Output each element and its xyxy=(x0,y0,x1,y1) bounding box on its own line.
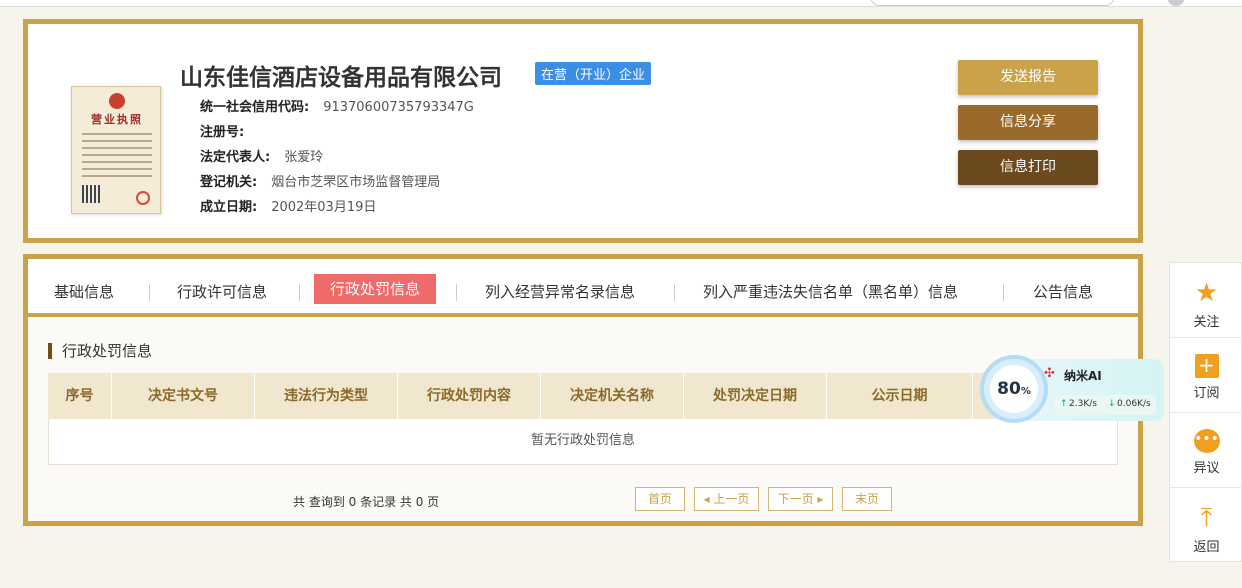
national-emblem-icon xyxy=(109,93,125,109)
penalty-table: 序号 决定书文号 违法行为类型 行政处罚内容 决定机关名称 处罚决定日期 公示日… xyxy=(48,373,1118,465)
column-header: 违法行为类型 xyxy=(255,373,398,419)
speed-readout: ↑ 2.3K/s ↓ 0.06K/s xyxy=(1054,395,1156,415)
status-badge: 在营（开业）企业 xyxy=(535,62,652,85)
info-row-authority: 登记机关: 烟台市芝罘区市场监督管理局 xyxy=(200,171,440,190)
field-label: 注册号: xyxy=(200,125,245,140)
tab-divider xyxy=(674,284,675,301)
browser-button-edge xyxy=(1168,0,1184,6)
tab-abnormal-list[interactable]: 列入经营异常名录信息 xyxy=(485,277,635,307)
seal-icon xyxy=(136,191,150,205)
company-name: 山东佳信酒店设备用品有限公司 xyxy=(180,65,502,91)
usage-percent: 80% xyxy=(990,365,1038,413)
detail-card: 基础信息 行政许可信息 行政处罚信息 列入经营异常名录信息 列入严重违法失信名单… xyxy=(23,254,1143,526)
field-label: 登记机关: xyxy=(200,175,258,190)
widget-brand: 纳米AI xyxy=(1064,369,1102,383)
column-header: 决定书文号 xyxy=(112,373,255,419)
info-row-credit-code: 统一社会信用代码: 91370600735793347G xyxy=(200,96,474,115)
tab-divider xyxy=(1003,284,1004,301)
tab-divider xyxy=(456,284,457,301)
download-speed: 0.06K/s xyxy=(1117,399,1151,409)
follow-button[interactable]: ★ 关注 xyxy=(1170,263,1242,338)
tab-admin-license[interactable]: 行政许可信息 xyxy=(177,277,267,307)
star-icon: ★ xyxy=(1194,278,1219,308)
subscribe-label: 订阅 xyxy=(1193,386,1220,401)
upload-arrow-icon: ↑ xyxy=(1060,399,1068,409)
column-header: 处罚决定日期 xyxy=(684,373,827,419)
usage-value: 80 xyxy=(997,379,1021,399)
column-header: 序号 xyxy=(48,373,112,419)
business-license-image[interactable]: 营业执照 xyxy=(71,86,161,214)
tab-blacklist[interactable]: 列入严重违法失信名单（黑名单）信息 xyxy=(703,277,958,307)
last-page-button[interactable]: 末页 xyxy=(842,487,892,511)
back-label: 返回 xyxy=(1193,540,1220,555)
floating-sidebar: ★ 关注 + 订阅 ••• 异议 ⤒ 返回 xyxy=(1169,262,1242,562)
prev-page-button[interactable]: ◂ 上一页 xyxy=(694,487,759,511)
section-title: 行政处罚信息 xyxy=(48,343,152,359)
download-arrow-icon: ↓ xyxy=(1108,399,1116,409)
field-label: 统一社会信用代码: xyxy=(200,100,310,115)
field-value: 烟台市芝罘区市场监督管理局 xyxy=(271,175,441,190)
info-row-reg-number: 注册号: xyxy=(200,121,258,140)
usage-unit: % xyxy=(1020,386,1031,397)
tab-admin-penalty[interactable]: 行政处罚信息 xyxy=(314,274,437,304)
field-label: 成立日期: xyxy=(200,200,258,215)
chat-bubble-icon: ••• xyxy=(1193,429,1220,453)
nano-ai-logo-icon: ✣ xyxy=(1044,366,1055,381)
usage-ring: 80% xyxy=(980,355,1048,423)
back-to-top-button[interactable]: ⤒ 返回 xyxy=(1170,488,1242,563)
browser-top-edge xyxy=(0,0,1242,7)
plus-icon: + xyxy=(1194,354,1219,378)
field-value: 91370600735793347G xyxy=(323,100,474,115)
address-bar-edge xyxy=(870,0,1115,6)
info-row-founded: 成立日期: 2002年03月19日 xyxy=(200,196,376,215)
send-report-button[interactable]: 发送报告 xyxy=(958,60,1098,95)
tab-announcements[interactable]: 公告信息 xyxy=(1033,277,1093,307)
next-page-button[interactable]: 下一页 ▸ xyxy=(768,487,833,511)
follow-label: 关注 xyxy=(1193,315,1220,330)
tab-basic-info[interactable]: 基础信息 xyxy=(54,277,114,307)
network-speed-widget[interactable]: 80% ✣ 纳米AI ↑ 2.3K/s ↓ 0.06K/s xyxy=(980,355,1165,425)
subscribe-button[interactable]: + 订阅 xyxy=(1170,338,1242,413)
dispute-label: 异议 xyxy=(1193,461,1220,476)
empty-row: 暂无行政处罚信息 xyxy=(48,419,1118,465)
arrow-up-icon: ⤒ xyxy=(1200,503,1213,533)
tab-divider xyxy=(149,284,150,301)
field-value: 张爱玲 xyxy=(284,150,324,165)
tab-bar: 基础信息 行政许可信息 行政处罚信息 列入经营异常名录信息 列入严重违法失信名单… xyxy=(28,259,1138,317)
field-label: 法定代表人: xyxy=(200,150,271,165)
print-info-button[interactable]: 信息打印 xyxy=(958,150,1098,185)
first-page-button[interactable]: 首页 xyxy=(635,487,685,511)
dispute-button[interactable]: ••• 异议 xyxy=(1170,413,1242,488)
qr-code-icon xyxy=(82,185,100,203)
column-header: 行政处罚内容 xyxy=(398,373,541,419)
tab-divider xyxy=(299,284,300,301)
column-header: 决定机关名称 xyxy=(541,373,684,419)
field-value: 2002年03月19日 xyxy=(271,200,377,215)
column-header: 公示日期 xyxy=(827,373,973,419)
license-text-lines xyxy=(82,133,152,182)
table-header: 序号 决定书文号 违法行为类型 行政处罚内容 决定机关名称 处罚决定日期 公示日… xyxy=(48,373,1118,419)
share-info-button[interactable]: 信息分享 xyxy=(958,105,1098,140)
pagination-summary: 共 查询到 0 条记录 共 0 页 xyxy=(293,495,440,509)
license-title: 营业执照 xyxy=(91,113,143,126)
company-header-card: 营业执照 山东佳信酒店设备用品有限公司 在营（开业）企业 统一社会信用代码: 91… xyxy=(23,19,1143,243)
info-row-legal-rep: 法定代表人: 张爱玲 xyxy=(200,146,323,165)
upload-speed: 2.3K/s xyxy=(1069,399,1097,409)
